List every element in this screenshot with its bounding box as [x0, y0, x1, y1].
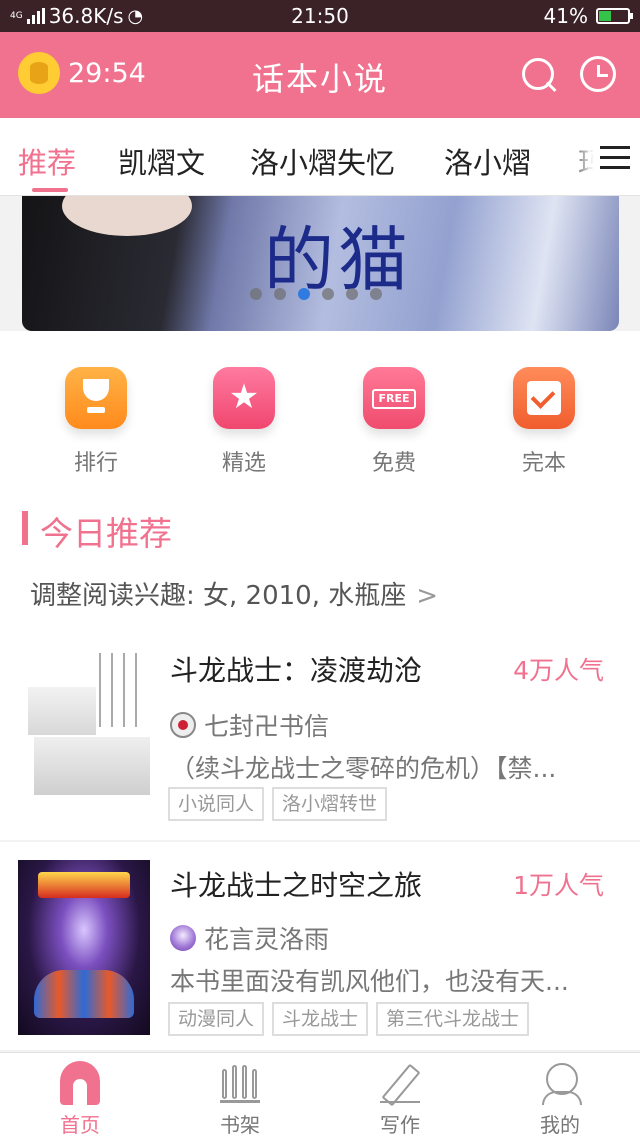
author-name: 花言灵洛雨 — [204, 925, 330, 954]
book-author: 七封卍书信 — [170, 707, 329, 743]
nav-label: 我的 — [540, 1113, 580, 1137]
nav-bookshelf[interactable]: 书架 — [180, 1061, 300, 1138]
tab-luoxiaoyi-amnesia[interactable]: 洛小熠失忆 — [250, 140, 395, 182]
carousel-dot — [322, 288, 334, 300]
category-free[interactable]: FREE 免费 — [334, 367, 454, 477]
carousel-dot — [274, 288, 286, 300]
battery-percent: 41% — [543, 4, 588, 28]
free-icon: FREE — [363, 367, 425, 429]
book-title: 斗龙战士：凌渡劫沧 — [170, 654, 423, 687]
book-tag[interactable]: 动漫同人 — [168, 1002, 265, 1036]
category-featured[interactable]: ★ 精选 — [184, 367, 304, 477]
trophy-icon — [65, 367, 127, 429]
book-cover — [18, 643, 150, 818]
book-tag[interactable]: 小说同人 — [168, 787, 265, 821]
book-tag[interactable]: 斗龙战士 — [272, 1002, 369, 1036]
status-right: 41% — [543, 4, 633, 28]
recommend-section-header: 今日推荐 调整阅读兴趣: 女, 2010, 水瓶座 > — [0, 491, 640, 625]
book-popularity: 4万人气 — [513, 656, 604, 685]
book-description: 本书里面没有凯风他们，也没有天... — [170, 967, 569, 996]
pen-icon — [380, 1061, 420, 1105]
status-bar: 4G 36.8K/s ◔ 21:50 41% — [0, 0, 640, 32]
bookshelf-icon — [220, 1061, 260, 1105]
nav-home[interactable]: 首页 — [20, 1061, 140, 1138]
book-list-item[interactable]: 斗龙战士之时空之旅 1万人气 花言灵洛雨 本书里面没有凯风他们，也没有天... … — [0, 842, 640, 1050]
category-label: 完本 — [521, 451, 566, 476]
category-label: 精选 — [221, 451, 266, 476]
tab-menu-icon[interactable] — [574, 118, 640, 195]
category-completed[interactable]: 完本 — [484, 367, 604, 477]
profile-icon — [540, 1061, 582, 1105]
carousel-dot — [346, 288, 358, 300]
star-icon: ★ — [213, 367, 275, 429]
nav-label: 书架 — [220, 1113, 260, 1137]
nav-write[interactable]: 写作 — [340, 1061, 460, 1138]
banner-image — [62, 196, 192, 236]
book-tags: 动漫同人 斗龙战士 第三代斗龙战士 — [168, 1002, 530, 1036]
carousel-dots — [250, 288, 382, 300]
battery-icon — [596, 8, 633, 24]
book-description: （续斗龙战士之零碎的危机）【禁... — [170, 754, 557, 783]
banner-carousel[interactable]: 的猫 — [22, 196, 619, 331]
carousel-dot-active — [298, 288, 310, 300]
book-author: 花言灵洛雨 — [170, 920, 329, 956]
adjust-interest-link[interactable]: 调整阅读兴趣: 女, 2010, 水瓶座 > — [30, 575, 438, 612]
category-shortcuts: 排行 ★ 精选 FREE 免费 完本 — [0, 331, 640, 491]
chevron-right-icon: > — [416, 581, 439, 611]
app-header: 29:54 话本小说 — [0, 32, 640, 118]
nav-profile[interactable]: 我的 — [500, 1061, 620, 1138]
author-avatar — [170, 712, 196, 738]
category-tabs: 推荐 凯熠文 洛小熠失忆 洛小熠 玛 — [0, 118, 640, 196]
nav-label: 写作 — [380, 1113, 420, 1137]
section-title: 今日推荐 — [40, 514, 172, 553]
carousel-dot — [370, 288, 382, 300]
carousel-dot — [250, 288, 262, 300]
book-tag[interactable]: 第三代斗龙战士 — [376, 1002, 530, 1036]
header-actions — [520, 56, 616, 94]
home-icon — [60, 1061, 100, 1105]
tab-recommend[interactable]: 推荐 — [18, 140, 76, 182]
tab-luoxiaoyi[interactable]: 洛小熠 — [444, 140, 531, 182]
book-list-item[interactable]: 斗龙战士：凌渡劫沧 4万人气 七封卍书信 （续斗龙战士之零碎的危机）【禁... … — [0, 625, 640, 840]
free-badge: FREE — [372, 389, 416, 409]
category-ranking[interactable]: 排行 — [36, 367, 156, 477]
book-title: 斗龙战士之时空之旅 — [170, 869, 423, 902]
category-label: 排行 — [73, 451, 118, 476]
clock-icon[interactable] — [580, 56, 616, 92]
bottom-navigation: 首页 书架 写作 我的 — [0, 1052, 640, 1138]
nav-label: 首页 — [60, 1113, 100, 1137]
category-label: 免费 — [371, 451, 416, 476]
section-marker — [22, 511, 28, 545]
check-icon — [513, 367, 575, 429]
author-avatar — [170, 925, 196, 951]
book-tags: 小说同人 洛小熠转世 — [168, 787, 388, 821]
author-name: 七封卍书信 — [204, 712, 330, 741]
adjust-interest-text: 调整阅读兴趣: 女, 2010, 水瓶座 — [30, 581, 407, 611]
tab-kaiyi[interactable]: 凯熠文 — [118, 140, 205, 182]
book-popularity: 1万人气 — [513, 871, 604, 900]
book-tag[interactable]: 洛小熠转世 — [272, 787, 388, 821]
search-icon[interactable] — [520, 56, 558, 94]
book-cover — [18, 860, 150, 1035]
active-tab-indicator — [32, 188, 68, 192]
